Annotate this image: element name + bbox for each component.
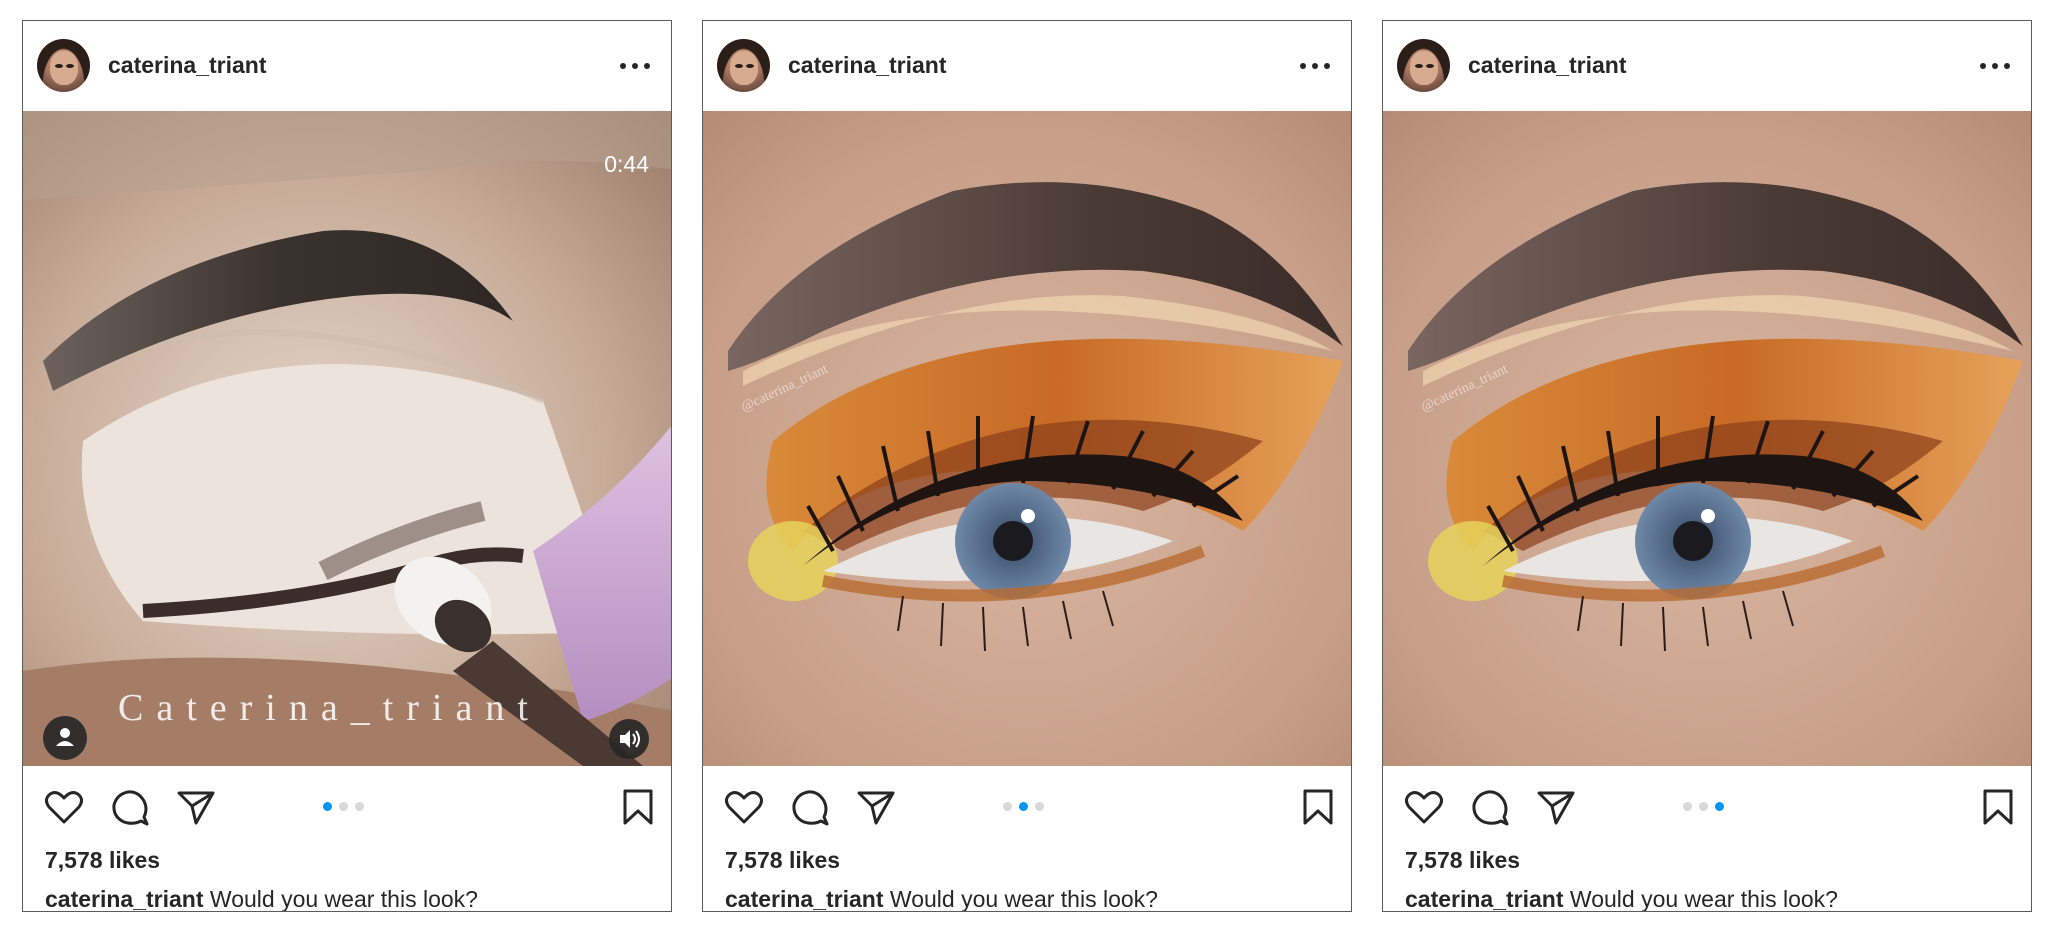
more-dot bbox=[644, 63, 650, 69]
bookmark-icon bbox=[1303, 789, 1333, 825]
avatar-eye bbox=[66, 64, 74, 68]
eye-makeup-photo bbox=[703, 111, 1351, 766]
bookmark-icon bbox=[1983, 789, 2013, 825]
like-button[interactable] bbox=[1403, 786, 1445, 828]
more-dot bbox=[620, 63, 626, 69]
carousel-dot bbox=[1003, 802, 1012, 811]
heart-icon bbox=[725, 791, 763, 824]
avatar-eye bbox=[735, 64, 743, 68]
like-button[interactable] bbox=[43, 786, 85, 828]
more-dot bbox=[1980, 63, 1986, 69]
avatar-eye bbox=[746, 64, 754, 68]
avatar[interactable] bbox=[1397, 39, 1450, 92]
comment-button[interactable] bbox=[789, 786, 831, 828]
comment-icon bbox=[1472, 790, 1509, 826]
comment-button[interactable] bbox=[1469, 786, 1511, 828]
username-link[interactable]: caterina_triant bbox=[788, 52, 947, 79]
more-dot bbox=[1324, 63, 1330, 69]
more-options-button[interactable] bbox=[619, 51, 651, 81]
speaker-icon bbox=[620, 730, 640, 748]
post-card: caterina_triant bbox=[702, 20, 1352, 912]
carousel-dot bbox=[1699, 802, 1708, 811]
avatar-eye bbox=[1415, 64, 1423, 68]
post-image[interactable]: @caterina_triant bbox=[1383, 111, 2031, 766]
eye-makeup-photo bbox=[1383, 111, 2031, 766]
save-button[interactable] bbox=[617, 786, 659, 828]
post-actions bbox=[1383, 766, 2031, 846]
carousel-dot bbox=[355, 802, 364, 811]
post-card: caterina_triant bbox=[22, 20, 672, 912]
caption-text: Would you wear this look? bbox=[889, 886, 1158, 912]
more-options-button[interactable] bbox=[1299, 51, 1331, 81]
heart-icon bbox=[1405, 791, 1443, 824]
caption-username[interactable]: caterina_triant bbox=[1405, 886, 1564, 911]
carousel-indicator bbox=[1683, 802, 1743, 812]
more-dot bbox=[2004, 63, 2010, 69]
likes-count[interactable]: 7,578 likes bbox=[45, 847, 160, 874]
watermark-text: Caterina_triant bbox=[118, 687, 541, 729]
carousel-dot bbox=[1035, 802, 1044, 811]
post-actions bbox=[703, 766, 1351, 846]
carousel-indicator bbox=[1003, 802, 1063, 812]
post-video[interactable]: 0:44 Caterina_triant bbox=[23, 111, 671, 766]
share-button[interactable] bbox=[175, 786, 217, 828]
comment-icon bbox=[112, 790, 149, 826]
avatar-eye bbox=[1426, 64, 1434, 68]
post-image[interactable]: @caterina_triant bbox=[703, 111, 1351, 766]
caption-text: Would you wear this look? bbox=[1569, 886, 1838, 912]
post-card: caterina_triant bbox=[1382, 20, 2032, 912]
user-tag-icon bbox=[56, 728, 74, 746]
post-caption: caterina_triant Would you wear this look… bbox=[725, 886, 1158, 912]
avatar[interactable] bbox=[717, 39, 770, 92]
like-button[interactable] bbox=[723, 786, 765, 828]
user-tags-button[interactable] bbox=[43, 716, 87, 760]
more-options-button[interactable] bbox=[1979, 51, 2011, 81]
post-header: caterina_triant bbox=[23, 21, 671, 111]
username-link[interactable]: caterina_triant bbox=[108, 52, 267, 79]
save-button[interactable] bbox=[1297, 786, 1339, 828]
avatar-hair bbox=[1397, 39, 1450, 92]
carousel-dot bbox=[1683, 802, 1692, 811]
heart-icon bbox=[45, 791, 83, 824]
post-caption: caterina_triant Would you wear this look… bbox=[45, 886, 478, 912]
avatar[interactable] bbox=[37, 39, 90, 92]
eyelid-video-frame bbox=[23, 111, 671, 766]
likes-count[interactable]: 7,578 likes bbox=[1405, 847, 1520, 874]
more-dot bbox=[1300, 63, 1306, 69]
likes-count[interactable]: 7,578 likes bbox=[725, 847, 840, 874]
share-button[interactable] bbox=[855, 786, 897, 828]
avatar-hair bbox=[37, 39, 90, 92]
paper-plane-icon bbox=[177, 791, 215, 825]
save-button[interactable] bbox=[1977, 786, 2019, 828]
caption-text: Would you wear this look? bbox=[209, 886, 478, 912]
carousel-dot bbox=[323, 802, 332, 811]
sound-toggle-button[interactable] bbox=[609, 719, 649, 759]
more-dot bbox=[632, 63, 638, 69]
carousel-dot bbox=[1019, 802, 1028, 811]
paper-plane-icon bbox=[1537, 791, 1575, 825]
username-link[interactable]: caterina_triant bbox=[1468, 52, 1627, 79]
more-dot bbox=[1992, 63, 1998, 69]
carousel-dot bbox=[1715, 802, 1724, 811]
paper-plane-icon bbox=[857, 791, 895, 825]
post-header: caterina_triant bbox=[1383, 21, 2031, 111]
bookmark-icon bbox=[623, 789, 653, 825]
caption-username[interactable]: caterina_triant bbox=[725, 886, 884, 911]
avatar-hair bbox=[717, 39, 770, 92]
avatar-eye bbox=[55, 64, 63, 68]
carousel-indicator bbox=[323, 802, 383, 812]
post-caption: caterina_triant Would you wear this look… bbox=[1405, 886, 1838, 912]
comment-icon bbox=[792, 790, 829, 826]
caption-username[interactable]: caterina_triant bbox=[45, 886, 204, 911]
share-button[interactable] bbox=[1535, 786, 1577, 828]
carousel-dot bbox=[339, 802, 348, 811]
post-header: caterina_triant bbox=[703, 21, 1351, 111]
comment-button[interactable] bbox=[109, 786, 151, 828]
video-duration: 0:44 bbox=[604, 151, 649, 177]
more-dot bbox=[1312, 63, 1318, 69]
post-actions bbox=[23, 766, 671, 846]
